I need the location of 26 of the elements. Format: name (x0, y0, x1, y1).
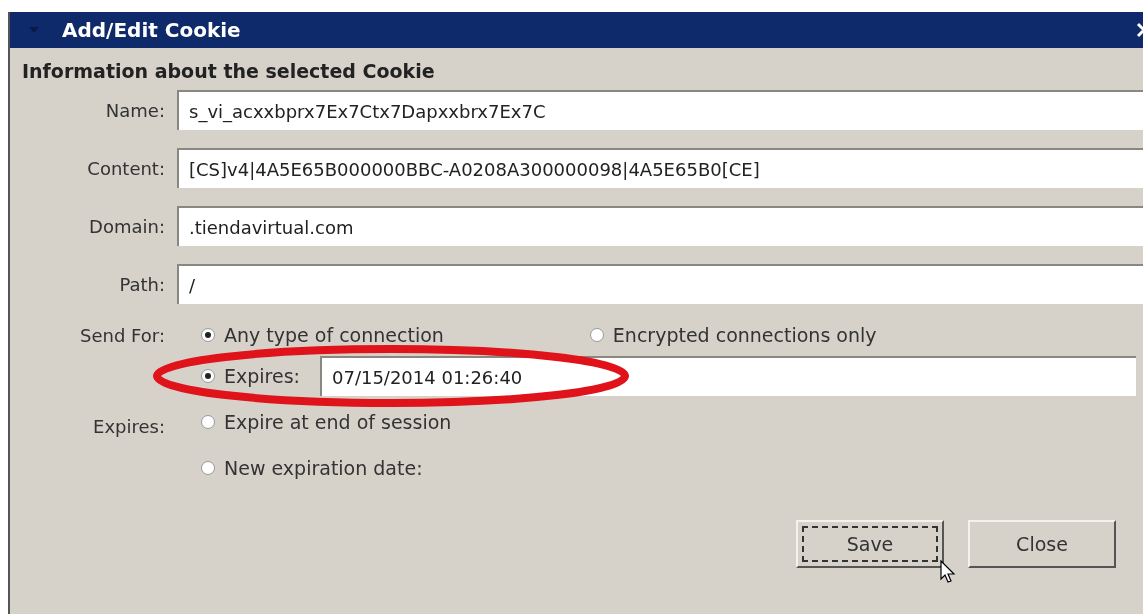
input-field[interactable]: [CS]v4|4A5E65B000000BBC-A0208A300000098|4A5E65B0[CE] (177, 148, 1143, 188)
radio-icon[interactable] (201, 369, 215, 383)
section-heading: Information about the selected Cookie (22, 60, 436, 82)
radio-icon[interactable] (589, 328, 604, 342)
input-field[interactable]: / (177, 264, 1143, 304)
radio-icon[interactable] (201, 415, 215, 429)
radio-icon[interactable] (201, 328, 215, 342)
field-label: Path: (118, 273, 165, 295)
radio-option[interactable]: New expiration date: (201, 457, 423, 479)
dialog-button[interactable]: Close (968, 520, 1116, 568)
field-label: Name: (104, 99, 165, 121)
radio-option[interactable]: Expire at end of session (201, 411, 452, 433)
radio-option[interactable]: Any type of connection (201, 324, 444, 346)
radio-option[interactable]: Encrypted connections only (589, 324, 877, 346)
input-field[interactable]: s_vi_acxxbprx7Ex7Ctx7Dapxxbrx7Ex7C (177, 90, 1143, 130)
field-label: Expires: (92, 416, 165, 437)
input-field[interactable]: .tiendavirtual.com (177, 206, 1143, 246)
radio-option[interactable]: Expires: (201, 365, 300, 387)
cursor-icon (940, 560, 956, 584)
date-field[interactable]: 07/15/2014 01:26:40 (320, 356, 1136, 396)
radio-icon[interactable] (201, 461, 215, 475)
field-label: Content: (86, 157, 165, 179)
field-label: Domain: (88, 215, 165, 237)
window-title: Add/Edit Cookie (62, 18, 241, 42)
dialog-button[interactable]: Save (796, 520, 944, 568)
field-label: Send For: (79, 324, 165, 346)
